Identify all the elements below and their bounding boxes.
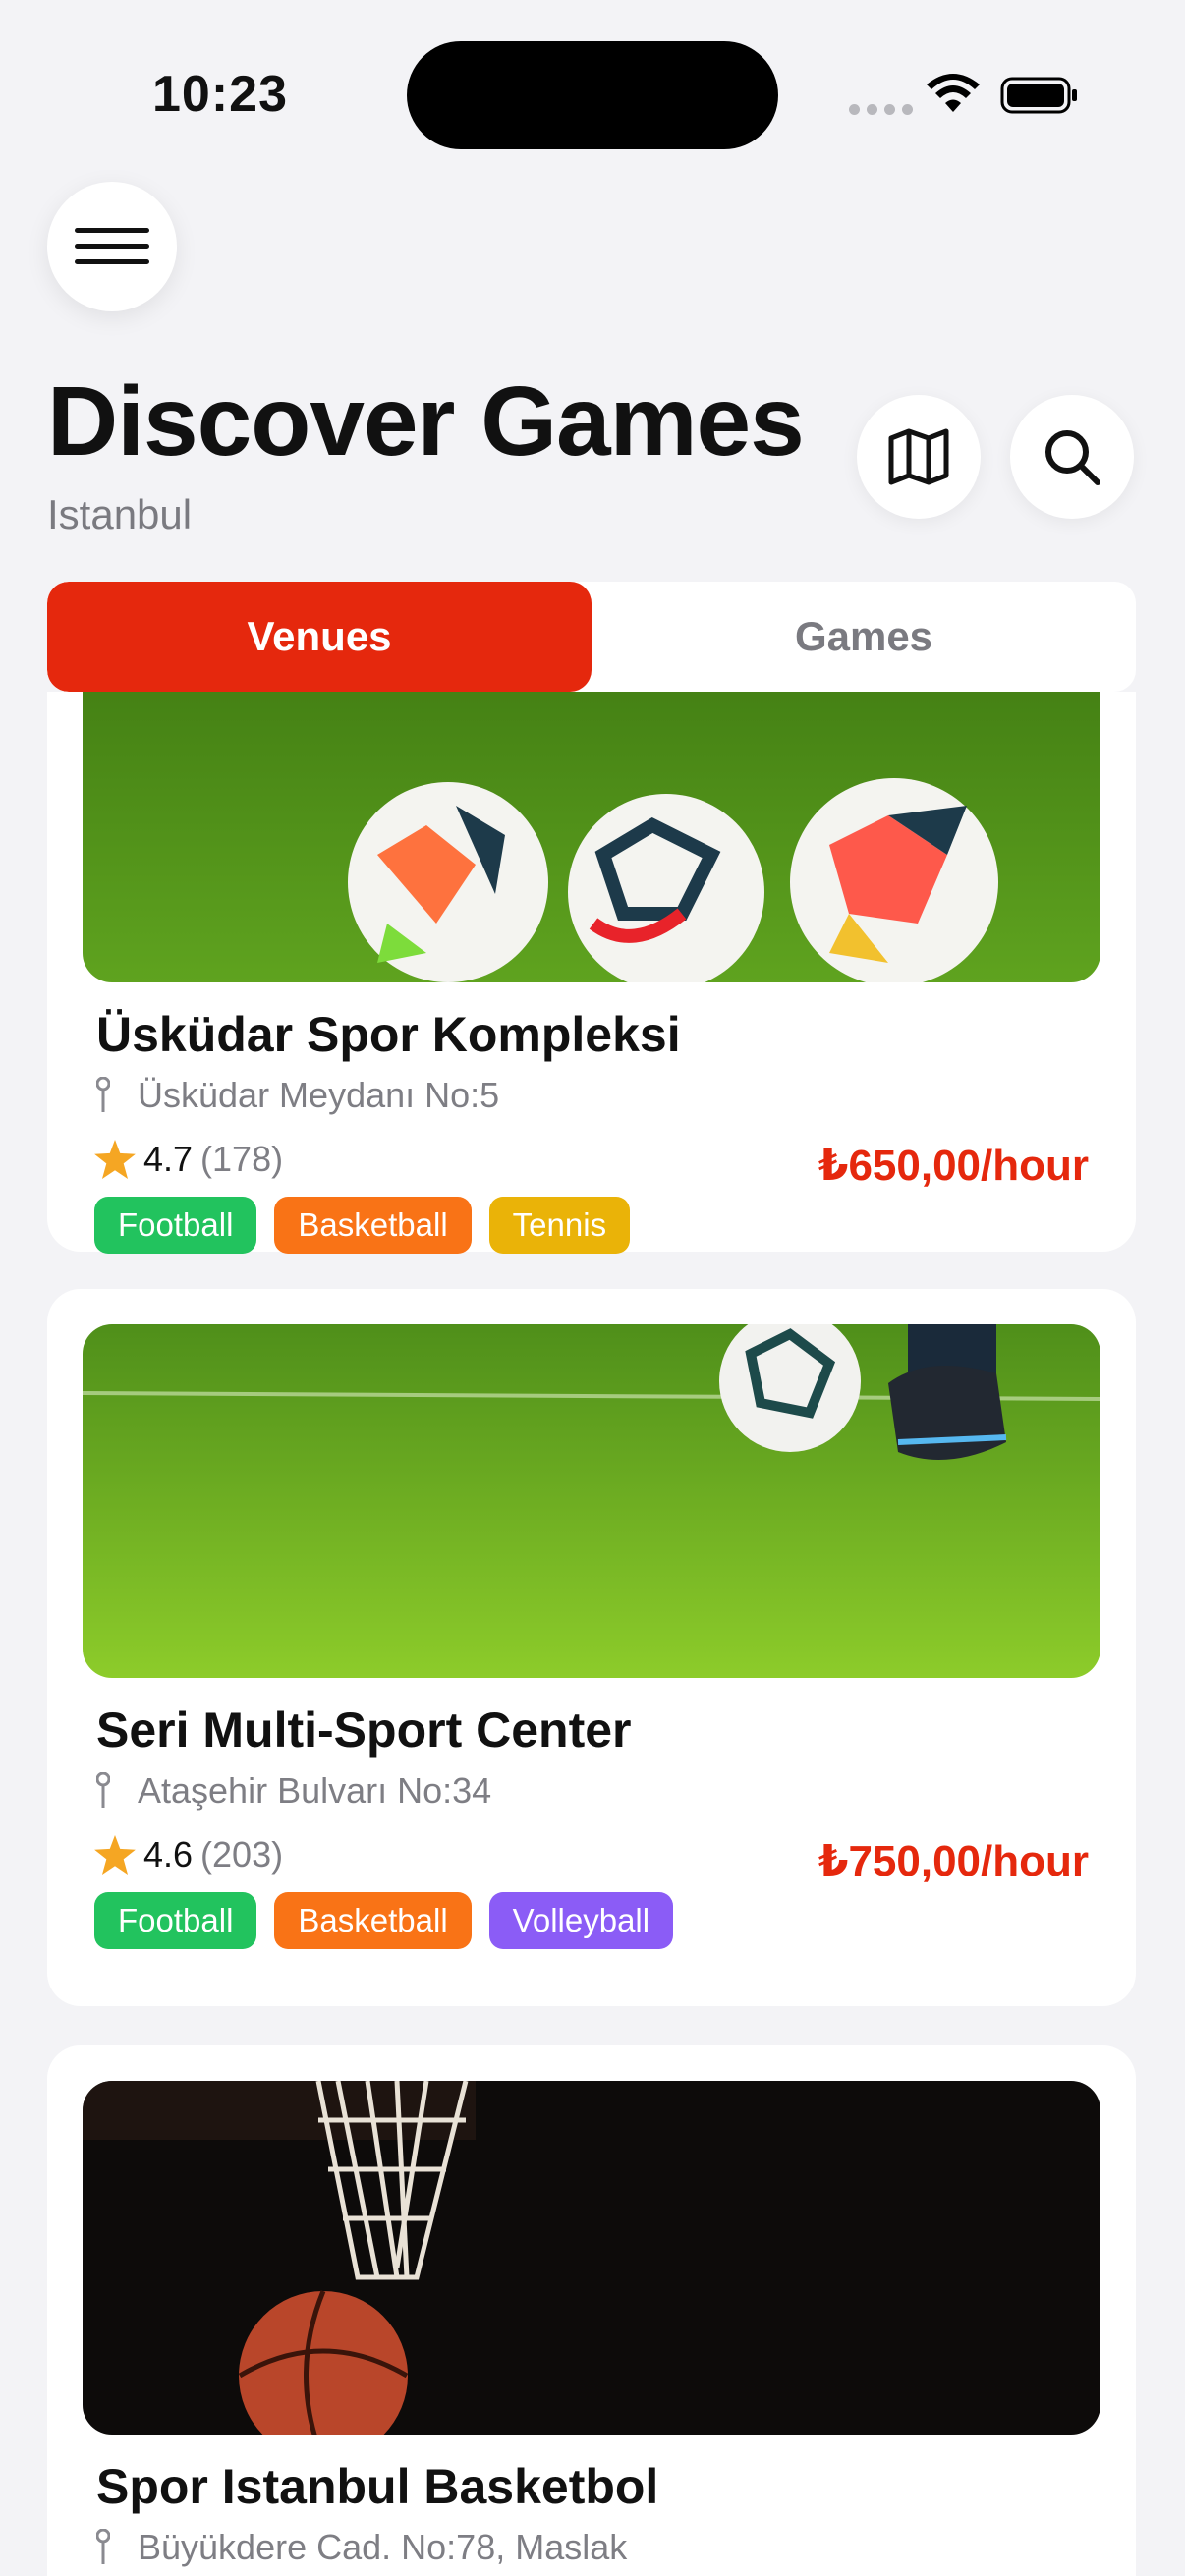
venue-price: ₺650,00/hour bbox=[818, 1142, 1089, 1190]
venue-photo bbox=[83, 1324, 1100, 1678]
tag-basketball: Basketball bbox=[274, 1197, 472, 1254]
venue-list[interactable]: Üsküdar Spor Kompleksi Üsküdar Meydanı N… bbox=[0, 692, 1185, 2576]
review-count: (178) bbox=[200, 1139, 284, 1179]
review-count: (203) bbox=[200, 1834, 284, 1875]
venue-rating: 4.6 (203) bbox=[94, 1834, 283, 1876]
pin-icon bbox=[96, 2529, 110, 2564]
sport-tags: Football Basketball Tennis bbox=[94, 1197, 631, 1254]
pin-icon bbox=[96, 1077, 110, 1112]
tab-venues[interactable]: Venues bbox=[47, 582, 592, 692]
tag-basketball: Basketball bbox=[274, 1892, 472, 1949]
ball-3 bbox=[790, 778, 998, 982]
pin-icon bbox=[96, 1772, 110, 1808]
venue-address: Büyükdere Cad. No:78, Maslak bbox=[96, 2527, 627, 2568]
star-icon bbox=[94, 1835, 136, 1875]
venue-address: Üsküdar Meydanı No:5 bbox=[96, 1075, 499, 1116]
tag-tennis: Tennis bbox=[488, 1197, 631, 1254]
star-icon bbox=[94, 1140, 136, 1179]
tag-volleyball: Volleyball bbox=[488, 1892, 674, 1949]
venue-price: ₺750,00/hour bbox=[818, 1837, 1089, 1885]
rating-value: 4.7 bbox=[143, 1139, 194, 1179]
menu-button[interactable] bbox=[47, 182, 177, 311]
venue-card[interactable]: Seri Multi-Sport Center Ataşehir Bulvarı… bbox=[47, 1289, 1136, 2006]
ball-2 bbox=[568, 794, 764, 982]
venue-photo bbox=[83, 692, 1100, 982]
hamburger-icon bbox=[75, 228, 149, 264]
search-icon bbox=[1045, 430, 1100, 485]
battery-icon bbox=[1000, 77, 1077, 114]
signal-icon bbox=[849, 104, 913, 115]
venue-rating: 4.7 (178) bbox=[94, 1139, 283, 1180]
wifi-icon bbox=[927, 74, 980, 112]
segmented-control: Venues Games bbox=[47, 582, 1136, 692]
venue-photo bbox=[83, 2081, 1100, 2435]
venue-card[interactable]: Spor Istanbul Basketbol Büyükdere Cad. N… bbox=[47, 2045, 1136, 2576]
page-title: Discover Games bbox=[47, 366, 805, 476]
location-label: Istanbul bbox=[47, 491, 193, 537]
tag-football: Football bbox=[94, 1892, 257, 1949]
status-bar: 10:23 bbox=[0, 0, 1185, 187]
venue-name: Üsküdar Spor Kompleksi bbox=[96, 1007, 681, 1062]
tag-football: Football bbox=[94, 1197, 257, 1254]
search-button[interactable] bbox=[1010, 395, 1134, 519]
map-button[interactable] bbox=[857, 395, 981, 519]
venue-name: Seri Multi-Sport Center bbox=[96, 1703, 632, 1758]
venue-card[interactable]: Üsküdar Spor Kompleksi Üsküdar Meydanı N… bbox=[47, 692, 1136, 1254]
tab-games[interactable]: Games bbox=[592, 582, 1136, 692]
sport-tags: Football Basketball Volleyball bbox=[94, 1892, 674, 1949]
venue-name: Spor Istanbul Basketbol bbox=[96, 2459, 659, 2514]
ball-1 bbox=[348, 782, 548, 982]
status-time: 10:23 bbox=[152, 66, 288, 123]
map-icon bbox=[888, 428, 949, 485]
venue-address: Ataşehir Bulvarı No:34 bbox=[96, 1770, 491, 1812]
rating-value: 4.6 bbox=[143, 1834, 194, 1875]
dynamic-island bbox=[407, 41, 778, 149]
